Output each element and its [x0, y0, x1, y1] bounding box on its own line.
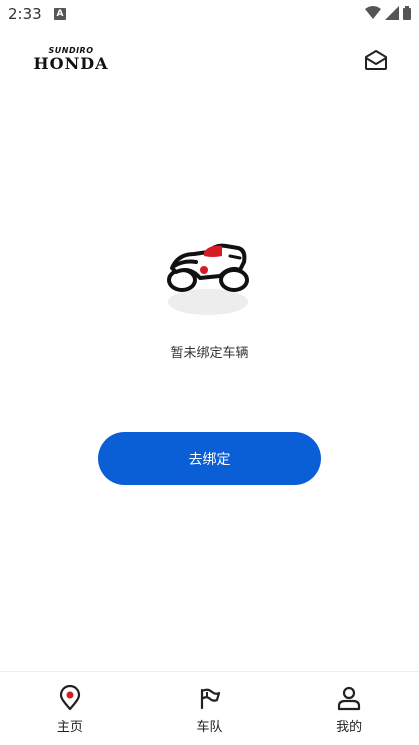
brand-main-text: HONDA	[33, 54, 109, 73]
wifi-icon	[365, 6, 381, 19]
status-icons	[365, 6, 411, 20]
tab-mine-label: 我的	[336, 720, 363, 735]
app-header: SUNDIRO HONDA	[0, 40, 419, 84]
status-bar: 2:33 A	[0, 0, 419, 28]
brand-logo: SUNDIRO HONDA	[22, 46, 120, 73]
empty-state-message: 暂未绑定车辆	[170, 346, 249, 361]
battery-icon	[403, 6, 411, 20]
tab-team-label: 车队	[196, 720, 223, 735]
status-time: 2:33	[8, 5, 42, 23]
mail-open-icon	[365, 50, 387, 70]
motorcycle-icon	[166, 243, 249, 315]
flag-icon	[200, 688, 220, 710]
location-pin-icon	[59, 685, 80, 711]
tab-team[interactable]: 车队	[140, 672, 280, 745]
signal-icon	[385, 6, 399, 20]
mail-button[interactable]	[363, 48, 389, 72]
user-icon	[338, 686, 361, 711]
bind-vehicle-button[interactable]: 去绑定	[98, 432, 321, 485]
bottom-tab-bar: 主页 车队 我的	[0, 671, 419, 745]
notification-icon: A	[54, 8, 66, 20]
tab-home-label: 主页	[56, 720, 83, 735]
empty-state: 暂未绑定车辆	[0, 236, 419, 361]
tab-home[interactable]: 主页	[0, 672, 140, 745]
tab-mine[interactable]: 我的	[279, 672, 419, 745]
